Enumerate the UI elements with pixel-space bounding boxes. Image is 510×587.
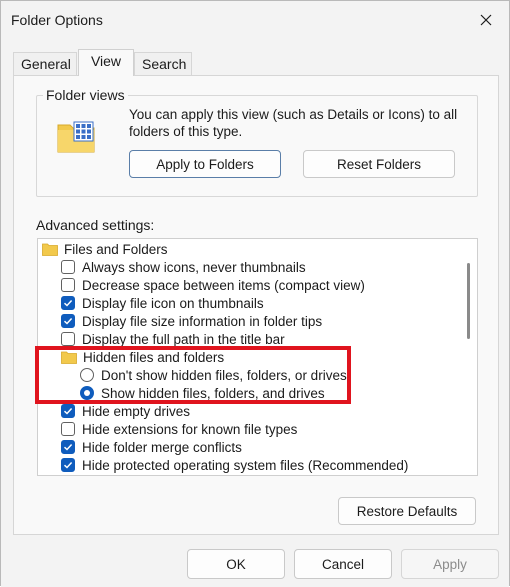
tab-strip: General View Search	[13, 49, 499, 76]
option-hide-extensions[interactable]: Hide extensions for known file types	[61, 420, 477, 438]
checkbox-checked-icon[interactable]	[61, 440, 75, 454]
option-full-path-title[interactable]: Display the full path in the title bar	[61, 330, 477, 348]
tab-general[interactable]: General	[13, 52, 77, 76]
advanced-settings-tree[interactable]: Files and Folders Always show icons, nev…	[37, 238, 478, 476]
checkbox-checked-icon[interactable]	[61, 314, 75, 328]
folder-icon	[61, 351, 77, 364]
tab-search[interactable]: Search	[134, 52, 192, 76]
folder-views-label: Folder views	[43, 87, 128, 103]
checkbox-checked-icon[interactable]	[61, 404, 75, 418]
option-hide-empty-drives[interactable]: Hide empty drives	[61, 402, 477, 420]
tree-scrollbar[interactable]	[460, 239, 477, 475]
tree-item-label: Display the full path in the title bar	[82, 331, 285, 347]
scrollbar-thumb[interactable]	[467, 263, 470, 339]
tree-item-label: Hide protected operating system files (R…	[82, 457, 409, 473]
reset-folders-button[interactable]: Reset Folders	[303, 150, 455, 178]
tree-item-label: Display file icon on thumbnails	[82, 295, 264, 311]
tree-item-label: Decrease space between items (compact vi…	[82, 277, 365, 293]
option-hide-protected-files[interactable]: Hide protected operating system files (R…	[61, 456, 477, 474]
tree-folder-hidden-files: Hidden files and folders	[61, 348, 477, 366]
folder-views-description: You can apply this view (such as Details…	[129, 107, 458, 139]
tree-item-label: Show hidden files, folders, and drives	[101, 385, 325, 401]
tree-item-label: Hidden files and folders	[83, 349, 225, 365]
title-bar[interactable]: Folder Options	[1, 1, 509, 39]
checkbox-unchecked-icon[interactable]	[61, 278, 75, 292]
folder-view-icon	[57, 121, 95, 153]
cancel-button[interactable]: Cancel	[294, 549, 392, 579]
radio-selected-icon[interactable]	[80, 386, 94, 400]
checkbox-unchecked-icon[interactable]	[61, 422, 75, 436]
tree-item-label: Display file size information in folder …	[82, 313, 323, 329]
checkbox-unchecked-icon[interactable]	[61, 332, 75, 346]
folder-views-group: Folder views You can apply this view (su…	[36, 87, 478, 197]
checkbox-checked-icon[interactable]	[61, 458, 75, 472]
tree-item-label: Don't show hidden files, folders, or dri…	[101, 367, 347, 383]
radio-unselected-icon[interactable]	[80, 368, 94, 382]
view-tab-panel: Folder views You can apply this view (su…	[13, 75, 499, 535]
option-dont-show-hidden[interactable]: Don't show hidden files, folders, or dri…	[80, 366, 477, 384]
restore-defaults-button[interactable]: Restore Defaults	[338, 497, 476, 525]
option-hide-merge-conflicts[interactable]: Hide folder merge conflicts	[61, 438, 477, 456]
close-icon	[480, 14, 492, 26]
advanced-settings-label: Advanced settings:	[36, 217, 155, 233]
ok-button[interactable]: OK	[187, 549, 285, 579]
tree-item-label: Hide empty drives	[82, 403, 191, 419]
folder-icon	[42, 243, 58, 256]
tab-view[interactable]: View	[78, 49, 134, 76]
option-file-size-info[interactable]: Display file size information in folder …	[61, 312, 477, 330]
tree-item-label: Hide folder merge conflicts	[82, 439, 242, 455]
tree-folder-files-and-folders: Files and Folders	[42, 240, 462, 258]
tree-item-label: Always show icons, never thumbnails	[82, 259, 306, 275]
option-file-icon-thumbnails[interactable]: Display file icon on thumbnails	[61, 294, 477, 312]
option-always-show-icons[interactable]: Always show icons, never thumbnails	[61, 258, 477, 276]
option-show-hidden[interactable]: Show hidden files, folders, and drives	[80, 384, 477, 402]
dialog-footer: OK Cancel Apply	[1, 535, 509, 587]
checkbox-unchecked-icon[interactable]	[61, 260, 75, 274]
folder-options-window: Folder Options General View Search Folde…	[0, 0, 510, 587]
checkbox-checked-icon[interactable]	[61, 296, 75, 310]
apply-button[interactable]: Apply	[401, 549, 499, 579]
option-compact-view[interactable]: Decrease space between items (compact vi…	[61, 276, 477, 294]
close-button[interactable]	[463, 1, 509, 39]
tree-item-label: Files and Folders	[64, 241, 168, 257]
tree-item-label: Hide extensions for known file types	[82, 421, 298, 437]
apply-to-folders-button[interactable]: Apply to Folders	[129, 150, 281, 178]
window-title: Folder Options	[11, 12, 103, 28]
